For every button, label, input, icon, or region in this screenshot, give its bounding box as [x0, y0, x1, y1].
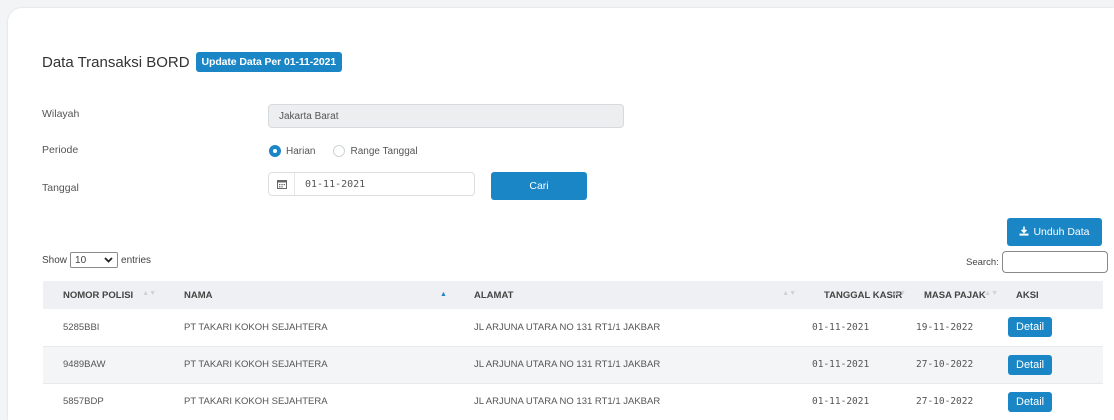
sort-icon: ▲▼	[984, 290, 998, 297]
title-row: Data Transaksi BORD Update Data Per 01-1…	[42, 52, 343, 72]
entries-label: entries	[121, 254, 152, 266]
tanggal-label: Tanggal	[42, 182, 79, 194]
table-search: Search:	[966, 251, 1108, 273]
sort-icon: ▲▼	[782, 290, 796, 297]
entries-value: 10	[75, 254, 87, 266]
wilayah-select[interactable]: Jakarta Barat	[268, 104, 624, 128]
sort-icon: ▲▼	[142, 290, 156, 297]
show-label: Show	[42, 254, 68, 266]
cell-aksi: Detail	[1006, 309, 1103, 346]
show-entries: Show 10 entries	[42, 252, 151, 268]
cell-nama: PT TAKARI KOKOH SEJAHTERA	[184, 396, 328, 407]
tanggal-value: 01-11-2021	[305, 178, 366, 190]
cell-aksi: Detail	[1006, 346, 1103, 383]
cell-masa-pajak: 19-11-2022	[916, 321, 974, 333]
radio-harian-label: Harian	[286, 145, 316, 157]
calendar-icon[interactable]	[269, 173, 295, 195]
cell-nomor-polisi: 5857BDP	[63, 396, 104, 407]
tanggal-field[interactable]: 01-11-2021	[268, 172, 475, 196]
cell-aksi: Detail	[1006, 383, 1103, 420]
col-nomor-polisi[interactable]: NOMOR POLISI ▲▼	[43, 281, 164, 309]
cell-alamat: JL ARJUNA UTARA NO 131 RT1/1 JAKBAR	[474, 396, 661, 407]
cell-nama: PT TAKARI KOKOH SEJAHTERA	[184, 359, 328, 370]
radio-range-tanggal-label: Range Tanggal	[350, 145, 418, 157]
page-title: Data Transaksi BORD	[42, 53, 190, 71]
main-card: Data Transaksi BORD Update Data Per 01-1…	[8, 8, 1114, 420]
table-row: 5857BDP PT TAKARI KOKOH SEJAHTERA JL ARJ…	[43, 383, 1103, 420]
sort-asc-icon: ▲	[440, 291, 447, 298]
unduh-data-label: Unduh Data	[1033, 226, 1090, 238]
col-aksi[interactable]: AKSI	[1006, 281, 1103, 309]
col-nama[interactable]: NAMA	[164, 281, 454, 309]
entries-select[interactable]: 10	[70, 252, 119, 268]
col-masa-pajak[interactable]: MASA PAJAK ▲▼	[914, 281, 1006, 309]
col-tanggal-kasir[interactable]: TANGGAL KASIR ▲▼	[804, 281, 914, 309]
periode-radio-group: Harian Range Tanggal	[269, 145, 418, 157]
cell-tanggal-kasir: 01-11-2021	[812, 321, 870, 333]
cell-nama: PT TAKARI KOKOH SEJAHTERA	[184, 321, 328, 333]
cell-nomor-polisi: 5285BBI	[63, 321, 100, 333]
periode-label: Periode	[42, 144, 79, 156]
radio-harian[interactable]	[269, 145, 281, 157]
cell-masa-pajak: 27-10-2022	[916, 359, 974, 370]
cell-nomor-polisi: 9489BAW	[63, 359, 106, 370]
download-icon	[1019, 226, 1029, 239]
cari-button[interactable]: Cari	[491, 172, 587, 200]
cell-tanggal-kasir: 01-11-2021	[812, 359, 870, 370]
transactions-table: NOMOR POLISI ▲▼ NAMA ▲ ALAMAT ▲▼ TANGGAL…	[43, 281, 1103, 420]
table-row: 9489BAW PT TAKARI KOKOH SEJAHTERA JL ARJ…	[43, 346, 1103, 383]
cell-alamat: JL ARJUNA UTARA NO 131 RT1/1 JAKBAR	[474, 359, 661, 370]
search-input[interactable]	[1001, 251, 1108, 273]
unduh-data-button[interactable]: Unduh Data	[1007, 218, 1102, 246]
detail-button[interactable]: Detail	[1008, 354, 1053, 375]
search-label: Search:	[966, 256, 999, 268]
chevron-down-icon	[104, 255, 113, 266]
cell-alamat: JL ARJUNA UTARA NO 131 RT1/1 JAKBAR	[474, 321, 661, 333]
cell-tanggal-kasir: 01-11-2021	[812, 396, 870, 407]
table-header-row: NOMOR POLISI ▲▼ NAMA ▲ ALAMAT ▲▼ TANGGAL…	[43, 281, 1103, 309]
wilayah-label: Wilayah	[42, 108, 80, 120]
col-alamat[interactable]: ▲ ALAMAT ▲▼	[440, 281, 804, 309]
detail-button[interactable]: Detail	[1008, 391, 1053, 412]
sort-icon: ▲▼	[892, 290, 906, 297]
update-badge: Update Data Per 01-11-2021	[195, 52, 343, 72]
table-row: 5285BBI PT TAKARI KOKOH SEJAHTERA JL ARJ…	[43, 309, 1103, 346]
detail-button[interactable]: Detail	[1008, 317, 1053, 338]
cell-masa-pajak: 27-10-2022	[916, 396, 974, 407]
radio-range-tanggal[interactable]	[333, 145, 346, 157]
